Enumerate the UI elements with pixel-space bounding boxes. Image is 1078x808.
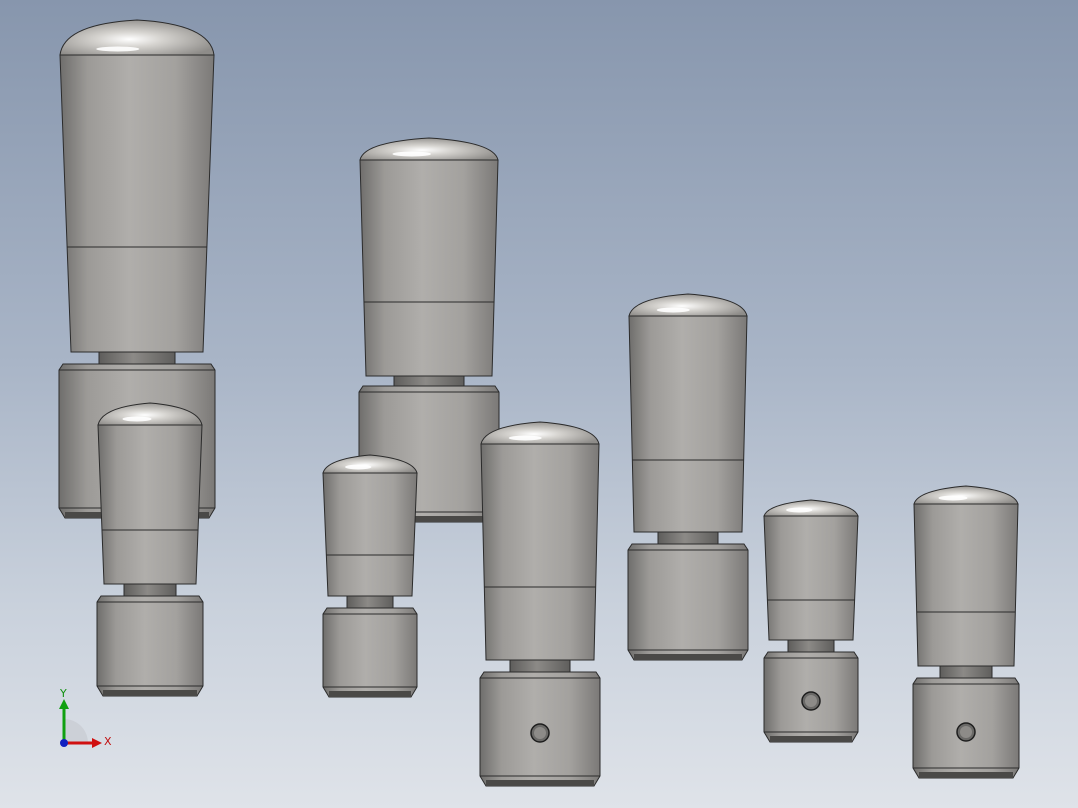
- y-axis-label: Y: [59, 687, 67, 700]
- base-chamfer: [486, 780, 594, 786]
- grip-body: [359, 159, 499, 377]
- dome-cap: [628, 293, 748, 317]
- base-chamfer: [919, 772, 1013, 778]
- cross-hole-inner: [805, 695, 817, 707]
- cross-hole-inner: [534, 727, 546, 739]
- grip-body: [322, 472, 418, 597]
- handle-6[interactable]: [627, 293, 749, 661]
- base-chamfer: [329, 691, 411, 697]
- neck: [123, 583, 177, 597]
- handle-4[interactable]: [322, 454, 418, 698]
- dome-highlight: [392, 151, 432, 157]
- dome-highlight: [122, 416, 152, 422]
- base-cylinder: [322, 607, 418, 698]
- neck: [393, 375, 465, 387]
- grip-body: [480, 443, 600, 661]
- dome-highlight: [786, 507, 813, 513]
- cross-hole-inner: [960, 726, 972, 738]
- dome-cap: [763, 499, 859, 517]
- base-chamfer: [770, 736, 852, 742]
- y-axis-arrowhead: [59, 699, 69, 709]
- neck: [657, 531, 719, 545]
- base-chamfer: [634, 654, 742, 660]
- base-cylinder: [627, 543, 749, 661]
- z-axis-origin: [60, 739, 68, 747]
- neck: [939, 665, 993, 679]
- neck: [509, 659, 571, 673]
- dome-cap: [913, 485, 1019, 505]
- base-cylinder: [96, 595, 204, 697]
- neck: [787, 639, 835, 653]
- coordinate-triad: X Y: [59, 687, 112, 748]
- handle-3[interactable]: [96, 402, 204, 697]
- parts-layer: [58, 19, 1020, 787]
- neck: [98, 351, 176, 365]
- dome-highlight: [938, 495, 968, 501]
- dome-cap: [359, 137, 499, 161]
- handle-5[interactable]: [479, 421, 601, 787]
- grip-body: [628, 315, 748, 533]
- neck: [346, 595, 394, 609]
- grip-body: [97, 424, 203, 585]
- dome-highlight: [96, 46, 140, 52]
- x-axis-label: X: [104, 735, 112, 748]
- grip-body: [59, 54, 215, 353]
- handle-7[interactable]: [763, 499, 859, 743]
- dome-highlight: [656, 307, 690, 313]
- grip-body: [763, 515, 859, 641]
- x-axis-arrowhead: [92, 738, 102, 748]
- dome-highlight: [345, 464, 372, 470]
- handle-8[interactable]: [912, 485, 1020, 779]
- grip-body: [913, 503, 1019, 667]
- dome-highlight: [508, 435, 542, 441]
- model-scene[interactable]: [0, 0, 1078, 808]
- graphics-viewport[interactable]: X Y: [0, 0, 1078, 808]
